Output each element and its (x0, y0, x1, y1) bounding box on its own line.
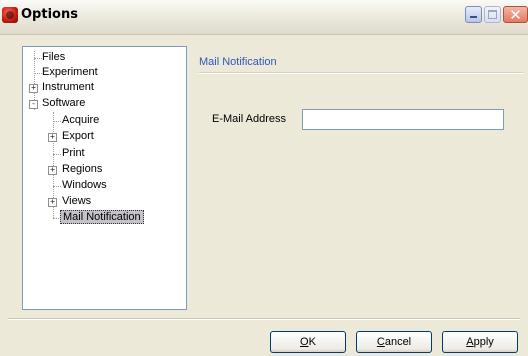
tree-connector (53, 121, 61, 122)
options-tree[interactable]: Files Experiment + Instrument - Software… (22, 46, 187, 310)
tree-item-label: Software (42, 97, 86, 109)
tree-item-label: Acquire (62, 114, 100, 126)
tree-item-label: Export (62, 130, 94, 142)
tree-connector (34, 58, 42, 59)
email-address-label: E-Mail Address (212, 113, 286, 125)
tree-item-experiment[interactable]: Experiment (42, 66, 98, 79)
tree-connector (53, 186, 61, 187)
tree-item-label: Experiment (42, 66, 98, 78)
expand-icon[interactable]: + (29, 84, 38, 93)
tree-item-views[interactable]: Views (62, 195, 91, 208)
section-header: Mail Notification (199, 56, 277, 68)
ok-label-rest: K (308, 336, 316, 348)
tree-item-regions[interactable]: Regions (62, 163, 102, 176)
tree-item-software[interactable]: Software (42, 97, 85, 110)
tree-item-label: Instrument (42, 81, 94, 93)
apply-label-rest: pply (473, 336, 494, 348)
minimize-button[interactable] (465, 6, 482, 23)
tree-item-label: Files (42, 51, 66, 63)
tree-connector (34, 73, 42, 74)
email-address-input[interactable] (302, 109, 504, 130)
tree-item-label: Regions (62, 163, 103, 175)
expand-icon[interactable]: + (48, 198, 57, 207)
expand-icon[interactable]: + (48, 133, 57, 142)
section-divider (199, 72, 523, 74)
tree-item-label: Windows (62, 179, 107, 191)
ok-mnemonic: O (300, 336, 309, 348)
tree-item-print[interactable]: Print (62, 147, 85, 160)
close-icon: ✕ (509, 7, 522, 24)
tree-item-mail-notification[interactable]: Mail Notification (60, 210, 144, 224)
maximize-button[interactable] (484, 6, 501, 23)
window-title: Options (21, 7, 78, 22)
cancel-label-rest: ancel (384, 336, 412, 348)
tree-item-files[interactable]: Files (42, 51, 65, 64)
tree-item-acquire[interactable]: Acquire (62, 114, 99, 127)
tree-item-instrument[interactable]: Instrument (42, 81, 94, 94)
tree-connector (53, 154, 61, 155)
collapse-icon[interactable]: - (29, 100, 38, 109)
tree-item-export[interactable]: Export (62, 130, 94, 143)
tree-item-label-selected: Mail Notification (60, 210, 144, 224)
expand-icon[interactable]: + (48, 166, 57, 175)
tree-item-label: Print (62, 147, 85, 159)
apply-button[interactable]: Apply (442, 331, 518, 353)
tree-item-windows[interactable]: Windows (62, 179, 107, 192)
close-button[interactable]: ✕ (503, 6, 528, 24)
cancel-button[interactable]: Cancel (356, 331, 432, 353)
tree-item-label: Views (62, 195, 92, 207)
app-icon[interactable] (2, 7, 18, 23)
title-bar: Options ✕ (0, 0, 528, 35)
apply-mnemonic: A (466, 336, 474, 348)
ok-button[interactable]: OK (270, 331, 346, 353)
cancel-mnemonic: C (376, 336, 385, 348)
bottom-divider (8, 318, 520, 320)
